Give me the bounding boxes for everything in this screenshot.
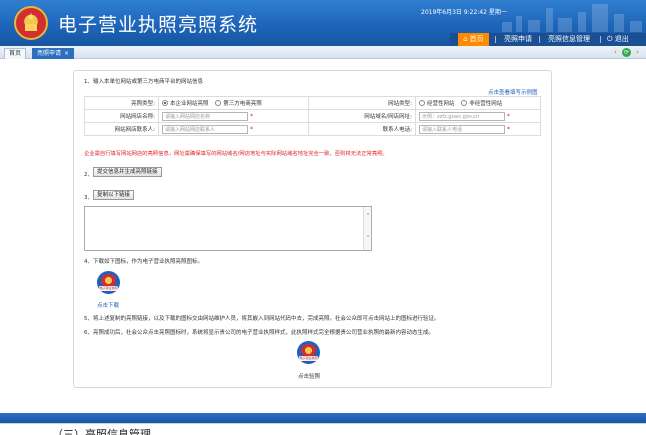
link-textarea[interactable]: ˄ ˅: [84, 206, 372, 251]
site-noncommercial-radio[interactable]: [461, 100, 468, 106]
refresh-icon[interactable]: ⟳: [622, 48, 631, 57]
prev-tab-icon[interactable]: ‹: [611, 48, 620, 57]
phone-cell: 请输入联系人电话 *: [415, 122, 541, 136]
license-badge-icon: 电子营业执照: [97, 271, 120, 294]
contact-name-input[interactable]: 请输入网站网店联系人: [162, 124, 248, 134]
app-title: 电子营业执照亮照系统: [58, 14, 259, 36]
textarea-scrollbar[interactable]: ˄ ˅: [363, 207, 371, 250]
name-label: 网站网店名称:: [84, 109, 159, 123]
nav-divider: [495, 36, 496, 43]
type-label: 亮照类型:: [84, 96, 159, 110]
step-1-text: 1、输入本单位网站或第三方电商平台的网站信息: [84, 79, 204, 85]
type-third-party-radio[interactable]: [215, 100, 222, 106]
domain-cell: 示例：zzfz.gsaic.gov.cn *: [415, 109, 541, 123]
next-tab-icon[interactable]: ›: [633, 48, 642, 57]
type-own-site-label: 本企业网站亮照: [170, 101, 209, 107]
nav-divider: [539, 36, 540, 43]
tab-strip: 首页 亮照申请 × ‹ ⟳ ›: [0, 46, 646, 59]
contact-phone-input[interactable]: 请输入联系人电话: [419, 124, 505, 134]
tab-apply-label: 亮照申请: [37, 50, 62, 57]
skyline-decoration: [500, 0, 646, 32]
tab-home[interactable]: 首页: [4, 48, 27, 59]
type-options: 本企业网站亮照 第三方电商亮照: [158, 96, 309, 110]
step-6-text: 6、亮照成功后，社会公众点击亮照图标时，系统将显示贵公司的电子营业执照样式，此执…: [84, 330, 435, 336]
contact-label: 网站网店联系人:: [84, 122, 159, 136]
nav-logout[interactable]: ⏻ 退出: [607, 33, 629, 46]
warning-text: 企业需自行填写网站网店的亮照信息，网址需确保填写的网站域名/网店地址与实际网站域…: [84, 151, 388, 157]
nav-apply[interactable]: 亮照申请: [504, 33, 532, 46]
site-domain-input[interactable]: 示例：zzfz.gsaic.gov.cn: [419, 111, 505, 121]
footer-bar: [0, 413, 646, 423]
badge-text: 电子营业执照: [99, 286, 118, 291]
site-name-input[interactable]: 请输入网站网店名称: [162, 111, 248, 121]
required-mark: *: [250, 112, 253, 120]
copy-link-button[interactable]: 复制以下链接: [93, 190, 135, 200]
site-commercial-label: 经营性网站: [427, 101, 455, 107]
badge-text: 电子营业执照: [299, 356, 318, 361]
national-emblem-icon: ★: [14, 6, 48, 40]
type-own-site-radio[interactable]: [162, 100, 168, 106]
footer-divider: [0, 423, 646, 424]
download-link[interactable]: 点击下载: [97, 301, 119, 309]
submit-generate-link-button[interactable]: 提交信息并生成亮照链接: [93, 167, 162, 177]
contact-cell: 请输入网站网店联系人 *: [158, 122, 309, 136]
site-noncommercial-label: 非经营性网站: [469, 101, 503, 107]
required-mark: *: [250, 125, 253, 133]
nav-home[interactable]: ⌂ 首页: [458, 33, 489, 46]
site-commercial-radio[interactable]: [419, 100, 425, 106]
step-2-text: 2、: [84, 172, 93, 178]
site-type-label: 网站类型:: [308, 96, 416, 110]
tab-apply[interactable]: 亮照申请 ×: [32, 48, 75, 59]
datetime-text: 2019年6月3日 9:22:42 星期一: [421, 9, 507, 16]
section-heading: （三）亮照信息管理: [52, 428, 151, 435]
app-header: ★ 电子营业执照亮照系统 2019年6月3日 9:22:42 星期一 ⌂ 首页 …: [0, 0, 646, 46]
domain-label: 网站域名/网店网址:: [308, 109, 416, 123]
verify-badge-icon[interactable]: 电子营业执照: [297, 341, 320, 364]
phone-label: 联系人电话:: [308, 122, 416, 136]
apply-panel: 1、输入本单位网站或第三方电商平台的网站信息 点击查看填写示例图 亮照类型: 本…: [73, 70, 552, 388]
top-nav: ⌂ 首页 亮照申请 亮照信息管理 ⏻ 退出: [450, 33, 646, 46]
step-3-text: 3、: [84, 195, 93, 201]
close-icon[interactable]: ×: [64, 50, 69, 57]
scroll-down-icon[interactable]: ˅: [364, 236, 372, 242]
nav-manage[interactable]: 亮照信息管理: [548, 33, 590, 46]
name-cell: 请输入网站网店名称 *: [158, 109, 309, 123]
verify-link[interactable]: 点击验照: [298, 372, 320, 380]
site-info-form: 亮照类型: 本企业网站亮照 第三方电商亮照 网站类型: 经营性网站 非经营性网站…: [84, 96, 541, 136]
step-5-text: 5、将上述复制的亮照链接，以及下载的图标交由网站维护人员，将其嵌入到网站代码中去…: [84, 316, 440, 322]
step-4-text: 4、下载如下图标，作为电子营业执照亮照图标。: [84, 259, 204, 265]
nav-divider: [600, 36, 601, 43]
example-link[interactable]: 点击查看填写示例图: [488, 88, 538, 96]
required-mark: *: [507, 112, 510, 120]
type-third-party-label: 第三方电商亮照: [223, 101, 262, 107]
scroll-up-icon[interactable]: ˄: [364, 214, 372, 220]
site-type-options: 经营性网站 非经营性网站: [415, 96, 541, 110]
required-mark: *: [507, 125, 510, 133]
